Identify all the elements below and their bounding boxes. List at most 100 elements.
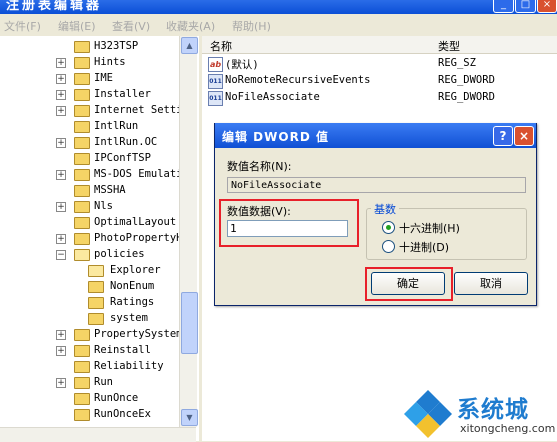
- column-header-type[interactable]: 类型: [438, 38, 460, 54]
- folder-icon: [88, 313, 104, 325]
- folder-icon: [88, 281, 104, 293]
- menu-help[interactable]: 帮助(H): [232, 18, 271, 34]
- value-type: REG_DWORD: [438, 74, 495, 86]
- expand-icon[interactable]: +: [56, 58, 66, 68]
- binary-value-icon: 011: [208, 91, 223, 106]
- site-watermark: 系统城 xitongcheng.com: [400, 386, 557, 441]
- folder-icon: [74, 201, 90, 213]
- folder-icon: [74, 409, 90, 421]
- expand-icon[interactable]: +: [56, 330, 66, 340]
- tree-item-label: RunOnceEx: [94, 408, 151, 420]
- expand-icon[interactable]: +: [56, 90, 66, 100]
- tree-item-label: Reliability: [94, 360, 164, 372]
- folder-icon: [74, 57, 90, 69]
- binary-value-icon: 011: [208, 74, 223, 89]
- base-legend: 基数: [371, 201, 399, 217]
- tree-item-label: NonEnum: [110, 280, 155, 292]
- value-type: REG_DWORD: [438, 91, 495, 103]
- expand-icon[interactable]: +: [56, 346, 66, 356]
- menu-bar: 文件(F) 编辑(E) 查看(V) 收藏夹(A) 帮助(H): [0, 14, 557, 37]
- scroll-thumb[interactable]: [181, 292, 198, 354]
- folder-icon: [74, 329, 90, 341]
- expand-icon[interactable]: +: [56, 138, 66, 148]
- tree-horizontal-scrollbar[interactable]: [0, 427, 196, 442]
- folder-icon: [74, 73, 90, 85]
- tree-item-label: H323TSP: [94, 40, 139, 52]
- folder-icon: [88, 265, 104, 277]
- radio-selected-dot: [386, 225, 391, 230]
- menu-edit[interactable]: 编辑(E): [58, 18, 96, 34]
- window-titlebar: 注册表编辑器 _ □ ×: [0, 0, 557, 14]
- registry-tree[interactable]: H323TSP + Hints + IME + Installer + Internet Set…: [0, 36, 202, 441]
- expand-icon[interactable]: +: [56, 106, 66, 116]
- scroll-up-button[interactable]: ▲: [181, 37, 198, 54]
- dialog-titlebar: 编辑 DWORD 值 ? ×: [215, 123, 536, 148]
- expand-icon[interactable]: +: [56, 378, 66, 388]
- tree-item-label: policies: [94, 248, 145, 260]
- value-name: NoFileAssociate: [225, 91, 320, 103]
- scroll-down-button[interactable]: ▼: [181, 409, 198, 426]
- folder-icon: [74, 41, 90, 53]
- expand-icon[interactable]: +: [56, 170, 66, 180]
- value-type: REG_SZ: [438, 57, 476, 69]
- folder-icon: [74, 121, 90, 133]
- tree-item-label: Run: [94, 376, 113, 388]
- list-header: 名称 类型: [202, 36, 557, 54]
- expand-icon[interactable]: +: [56, 234, 66, 244]
- tree-item-label: Reinstall: [94, 344, 151, 356]
- tree-item-label: RunOnce: [94, 392, 139, 404]
- value-data-label: 数值数据(V):: [227, 205, 291, 218]
- folder-icon: [74, 137, 90, 149]
- tree-item-label: Explorer: [110, 264, 161, 276]
- folder-icon: [74, 169, 90, 181]
- folder-icon: [74, 217, 90, 229]
- column-header-name[interactable]: 名称: [210, 38, 232, 54]
- folder-icon: [74, 393, 90, 405]
- tree-item-label: MSSHA: [94, 184, 126, 196]
- dialog-title: 编辑 DWORD 值: [222, 130, 329, 144]
- folder-icon: [74, 361, 90, 373]
- dialog-close-button[interactable]: ×: [514, 126, 534, 146]
- decimal-radio[interactable]: [382, 240, 395, 253]
- maximize-button[interactable]: □: [515, 0, 536, 13]
- folder-icon: [88, 297, 104, 309]
- collapse-icon[interactable]: −: [56, 250, 66, 260]
- tree-item-label: PhotoPropertyH: [94, 232, 183, 244]
- minimize-button[interactable]: _: [493, 0, 514, 13]
- folder-icon: [74, 105, 90, 117]
- tree-item-label: Hints: [94, 56, 126, 68]
- string-value-icon: ab: [208, 57, 223, 72]
- help-button[interactable]: ?: [493, 126, 513, 146]
- tree-item-label: IntlRun: [94, 120, 139, 132]
- value-name-label: 数值名称(N):: [227, 160, 292, 173]
- expand-icon[interactable]: +: [56, 202, 66, 212]
- decimal-radio-label[interactable]: 十进制(D): [399, 239, 449, 255]
- tree-item-label: IPConfTSP: [94, 152, 151, 164]
- tree-item-label: MS-DOS Emulati: [94, 168, 183, 180]
- tree-item-label: Internet Setti: [94, 104, 183, 116]
- expand-icon[interactable]: +: [56, 74, 66, 84]
- value-name: (默认): [225, 59, 259, 71]
- brand-logo-icon: [404, 390, 452, 438]
- tree-item-label: PropertySystem: [94, 328, 183, 340]
- window-close-button[interactable]: ×: [537, 0, 557, 13]
- hex-radio-label[interactable]: 十六进制(H): [399, 220, 460, 236]
- menu-favorites[interactable]: 收藏夹(A): [166, 18, 215, 34]
- folder-icon: [74, 377, 90, 389]
- tree-item-label: system: [110, 312, 148, 324]
- cancel-button[interactable]: 取消: [454, 272, 528, 295]
- value-data-input[interactable]: 1: [227, 220, 348, 237]
- watermark-url: xitongcheng.com: [460, 422, 556, 435]
- ok-button[interactable]: 确定: [371, 272, 445, 295]
- menu-view[interactable]: 查看(V): [112, 18, 150, 34]
- tree-item-label: OptimalLayout: [94, 216, 177, 228]
- window-title: 注册表编辑器: [6, 0, 103, 13]
- folder-icon: [74, 185, 90, 197]
- watermark-brand: 系统城: [457, 397, 529, 423]
- folder-icon: [74, 233, 90, 245]
- menu-file[interactable]: 文件(F): [4, 18, 41, 34]
- tree-item-label: Installer: [94, 88, 151, 100]
- tree-item-label: Ratings: [110, 296, 155, 308]
- hex-radio[interactable]: [382, 221, 395, 234]
- tree-vertical-scrollbar[interactable]: ▲ ▼: [179, 36, 198, 427]
